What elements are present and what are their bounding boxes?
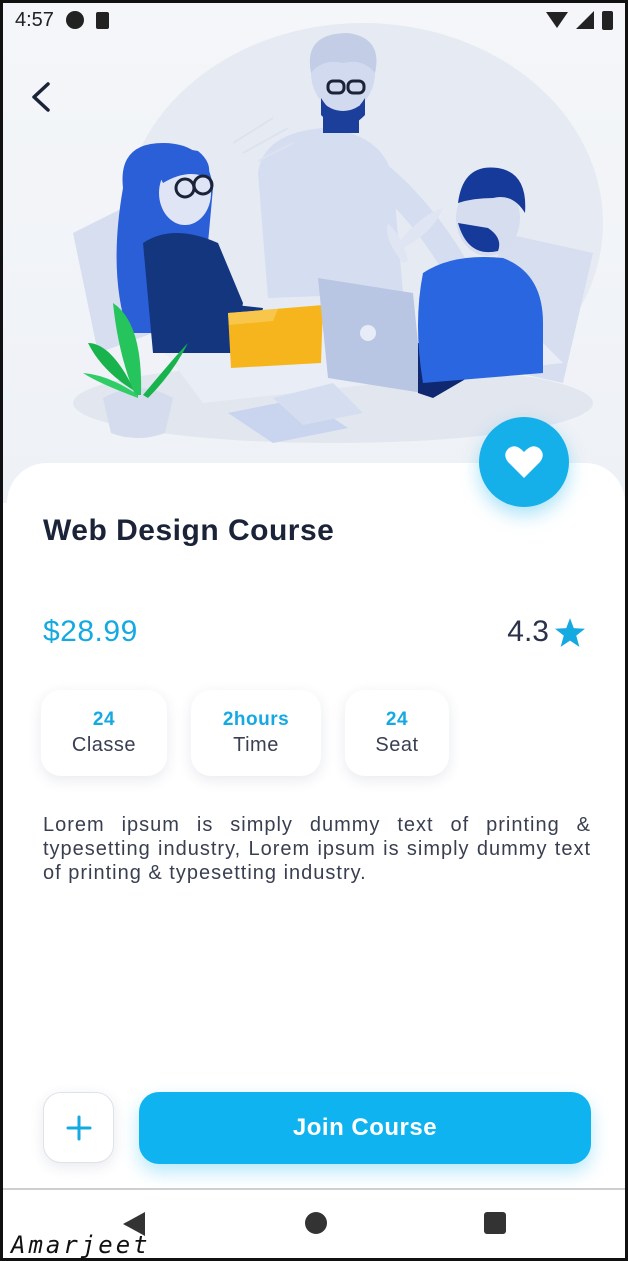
stat-chip-seat: 24 Seat	[345, 690, 449, 776]
star-icon	[555, 617, 585, 647]
signal-icon	[576, 11, 594, 29]
status-right	[546, 10, 613, 30]
stat-label: Classe	[71, 734, 137, 756]
home-circle-icon[interactable]	[305, 1212, 327, 1234]
stat-label: Seat	[375, 734, 419, 756]
join-course-button[interactable]: Join Course	[139, 1092, 591, 1164]
chevron-left-icon	[32, 82, 50, 112]
back-button[interactable]	[21, 75, 61, 119]
course-rating: 4.3	[507, 615, 585, 649]
status-bar: 4:57	[3, 3, 625, 37]
course-stats: 24 Classe 2hours Time 24 Seat	[41, 690, 449, 776]
sd-card-icon	[95, 11, 109, 29]
stat-label: Time	[233, 734, 279, 756]
status-left: 4:57	[15, 9, 109, 32]
battery-icon	[602, 10, 613, 30]
stat-chip-classes: 24 Classe	[41, 690, 167, 776]
favorite-button[interactable]	[479, 417, 569, 507]
pause-circle-icon	[65, 11, 84, 29]
course-title: Web Design Course	[43, 514, 335, 547]
add-button[interactable]	[43, 1092, 114, 1163]
rating-value: 4.3	[507, 615, 549, 648]
recents-square-icon[interactable]	[484, 1212, 506, 1234]
wifi-icon	[546, 12, 568, 28]
course-price: $28.99	[43, 615, 138, 648]
stat-value: 2hours	[222, 709, 290, 730]
stat-value: 24	[92, 709, 116, 730]
stat-value: 24	[385, 709, 409, 730]
stat-chip-time: 2hours Time	[191, 690, 321, 776]
watermark-signature: Amarjeet	[11, 1231, 151, 1259]
heart-icon	[505, 446, 543, 478]
plus-icon	[66, 1115, 91, 1140]
status-time: 4:57	[15, 8, 54, 31]
course-description: Lorem ipsum is simply dummy text of prin…	[43, 814, 591, 884]
